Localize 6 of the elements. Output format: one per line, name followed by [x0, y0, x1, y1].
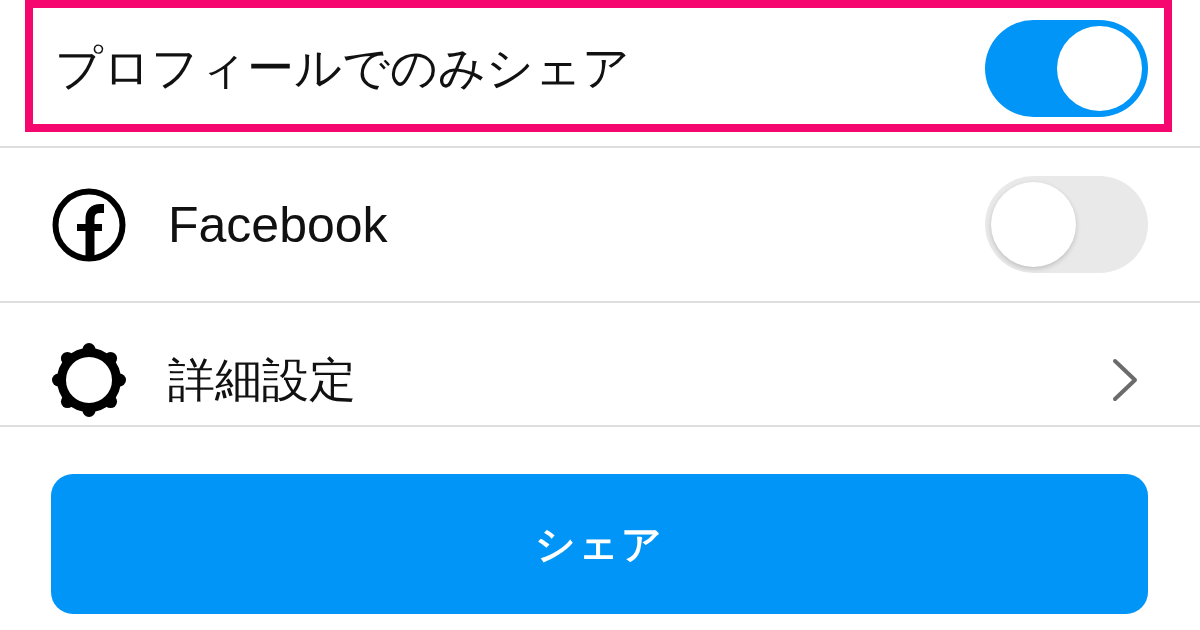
gear-icon	[52, 343, 126, 417]
settings-link[interactable]: 詳細設定	[168, 351, 356, 409]
chevron-right-icon	[1112, 358, 1138, 402]
option-label: プロフィールでのみシェア	[55, 39, 630, 96]
facebook-icon	[52, 187, 126, 262]
option-label: Facebook	[168, 195, 388, 255]
